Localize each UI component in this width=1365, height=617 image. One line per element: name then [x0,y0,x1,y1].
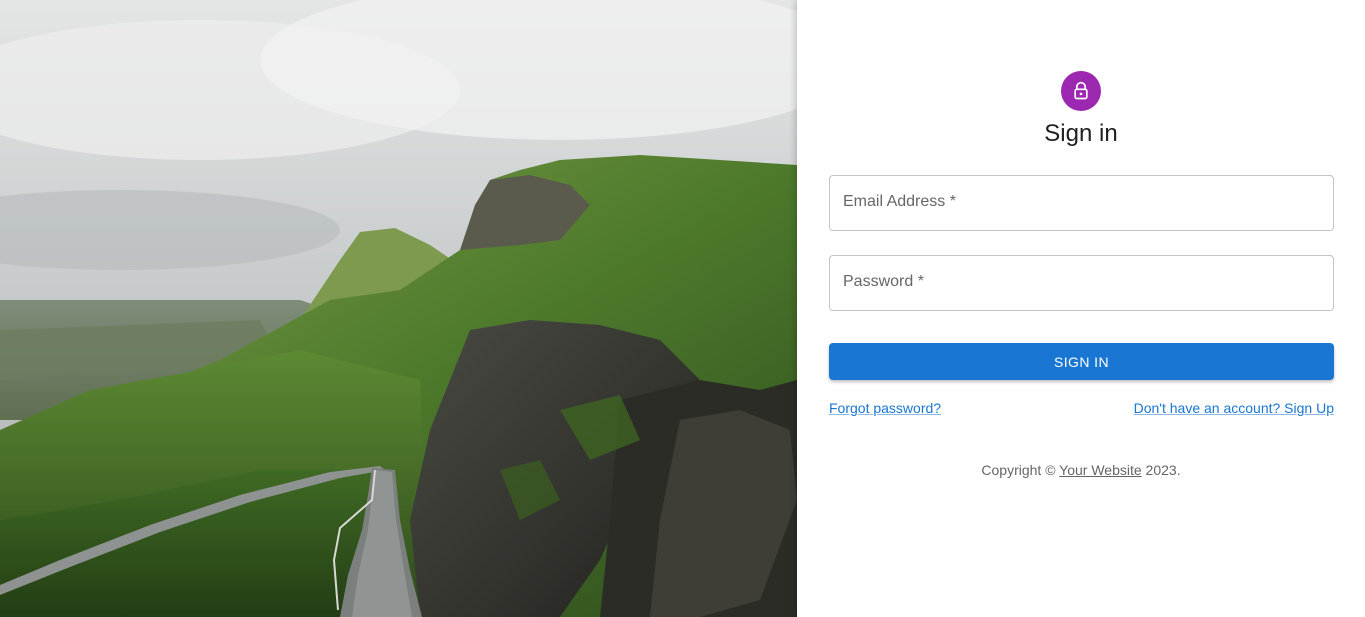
copyright-suffix: 2023. [1141,462,1181,478]
copyright-prefix: Copyright © [981,462,1060,478]
copyright-footer: Copyright © Your Website 2023. [797,462,1365,478]
sign-in-page: Sign in Email Address * Password * SIGN … [0,0,1365,617]
password-field[interactable]: Password * [829,255,1334,311]
sign-in-button[interactable]: SIGN IN [829,343,1334,380]
avatar [1061,71,1101,111]
landscape-illustration [0,0,797,617]
forgot-password-link[interactable]: Forgot password? [829,400,941,416]
email-input[interactable] [830,176,1333,230]
email-field[interactable]: Email Address * [829,175,1334,231]
password-input[interactable] [830,256,1333,310]
sign-in-panel: Sign in Email Address * Password * SIGN … [797,0,1365,617]
hero-landscape-image [0,0,797,617]
sign-up-link[interactable]: Don't have an account? Sign Up [1134,400,1334,416]
website-link[interactable]: Your Website [1059,462,1142,478]
page-title: Sign in [1044,120,1118,147]
lock-icon [1074,81,1088,100]
